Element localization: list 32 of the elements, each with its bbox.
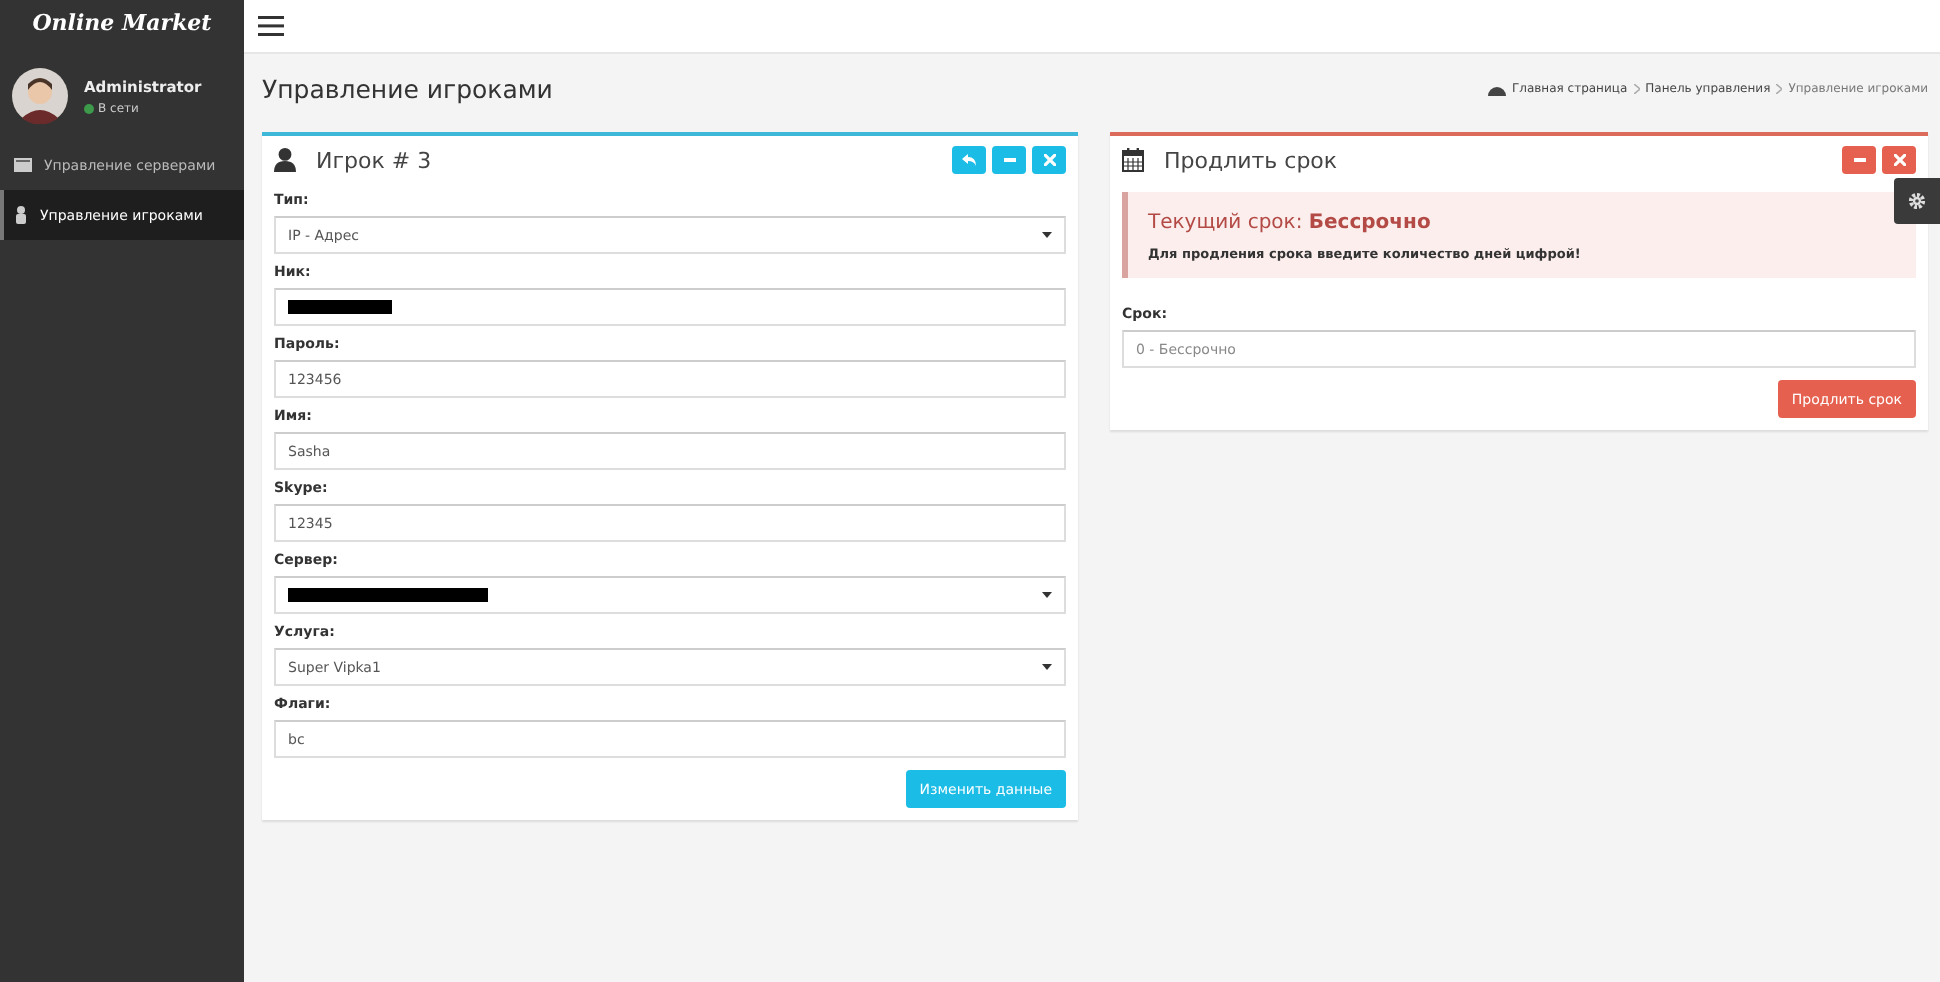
caret-icon [1042,232,1052,238]
calendar-icon [1122,148,1144,172]
close-icon [1893,154,1905,166]
select-field[interactable] [274,576,1066,614]
settings-icon [1908,192,1926,210]
close-button[interactable] [1032,146,1066,174]
person-icon [14,206,28,224]
undo-button[interactable] [952,146,986,174]
caret-icon [1042,664,1052,670]
undo-icon [962,154,976,166]
minus-icon [1853,158,1865,162]
redaction-bar [288,300,392,314]
card-title: Продлить срок [1164,147,1340,173]
card-title: Игрок # 3 [316,147,434,173]
close-icon [1043,154,1055,166]
person-icon [274,148,296,172]
chevron-icon [1633,83,1640,93]
chevron-icon [1776,83,1783,93]
avatar-icon [12,68,68,124]
dashboard-icon [1487,81,1506,95]
menu-icon[interactable] [258,16,284,36]
minus-icon [1003,158,1015,162]
caret-icon [1042,592,1052,598]
server-icon [14,158,32,172]
page-title: Управление игроками [262,73,553,103]
settings-button[interactable] [1894,178,1940,224]
collapse-button[interactable] [1842,146,1876,174]
brand-logo: Online Market [30,8,214,40]
input-field[interactable] [274,288,1066,326]
alert-title: Текущий срок: Бессрочно [1148,212,1433,234]
collapse-button[interactable] [992,146,1026,174]
close-button[interactable] [1882,146,1916,174]
